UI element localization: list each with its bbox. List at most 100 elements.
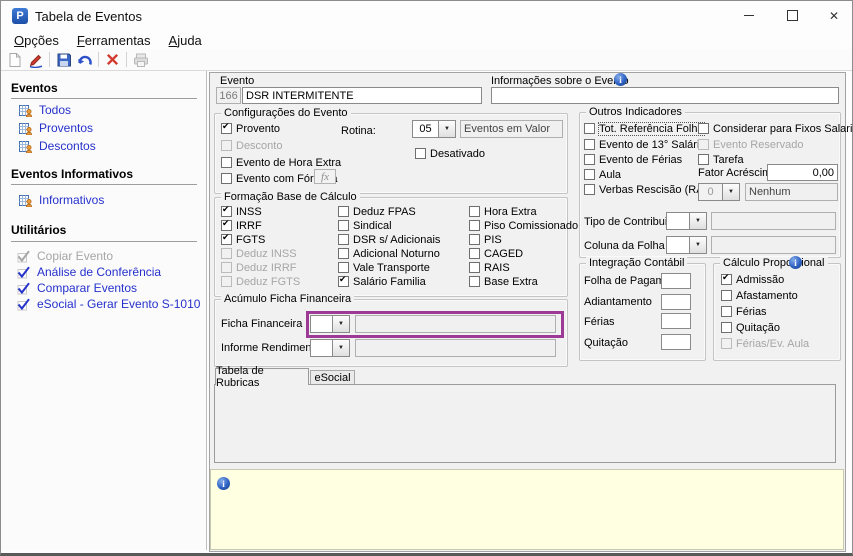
checkbox-box[interactable] xyxy=(338,276,349,287)
checkbox-considerar-fixos-salariais[interactable]: Considerar para Fixos Salariais xyxy=(698,122,853,135)
checkbox-box[interactable] xyxy=(221,123,232,134)
ferias-field[interactable] xyxy=(661,313,691,329)
sidebar-item-todos[interactable]: Todos xyxy=(19,103,71,117)
checkbox-box[interactable] xyxy=(221,140,232,151)
sidebar-item-esocial-gerar-s1010[interactable]: eSocial - Gerar Evento S-1010 xyxy=(17,297,200,311)
checkbox-pis[interactable]: PIS xyxy=(469,233,502,246)
checkbox-deduz-irrf[interactable]: Deduz IRRF xyxy=(221,261,297,274)
checkbox-box[interactable] xyxy=(721,274,732,285)
checkbox-hora-extra[interactable]: Hora Extra xyxy=(469,205,537,218)
checkbox-box[interactable] xyxy=(584,169,595,180)
checkbox-box[interactable] xyxy=(338,262,349,273)
close-button[interactable] xyxy=(817,1,851,30)
checkbox-ferias-proporcional[interactable]: Férias xyxy=(721,305,767,318)
informacoes-evento-field[interactable] xyxy=(491,87,839,104)
adiantamento-field[interactable] xyxy=(661,294,691,310)
checkbox-box[interactable] xyxy=(721,290,732,301)
checkbox-box[interactable] xyxy=(721,322,732,333)
checkbox-aula[interactable]: Aula xyxy=(584,168,621,181)
info-icon[interactable] xyxy=(789,256,802,269)
checkbox-box[interactable] xyxy=(469,276,480,287)
checkbox-desativado[interactable]: Desativado xyxy=(415,147,485,160)
checkbox-box[interactable] xyxy=(221,234,232,245)
checkbox-quitacao-proporcional[interactable]: Quitação xyxy=(721,321,780,334)
formula-fx-button[interactable]: fx xyxy=(314,169,336,184)
sidebar-item-proventos[interactable]: Proventos xyxy=(19,121,93,135)
checkbox-box[interactable] xyxy=(698,139,709,150)
checkbox-evento-reservado[interactable]: Evento Reservado xyxy=(698,138,804,151)
chevron-down-icon[interactable] xyxy=(439,120,456,138)
checkbox-dsr-adicionais[interactable]: DSR s/ Adicionais xyxy=(338,233,440,246)
chevron-down-icon[interactable] xyxy=(690,212,707,230)
checkbox-afastamento[interactable]: Afastamento xyxy=(721,289,798,302)
quitacao-field[interactable] xyxy=(661,334,691,350)
minimize-button[interactable] xyxy=(732,1,766,30)
checkbox-deduz-fgts[interactable]: Deduz FGTS xyxy=(221,275,300,288)
maximize-button[interactable] xyxy=(775,1,809,30)
checkbox-box[interactable] xyxy=(584,154,595,165)
checkbox-box[interactable] xyxy=(415,148,426,159)
checkbox-rais[interactable]: RAIS xyxy=(469,261,510,274)
checkbox-box[interactable] xyxy=(469,234,480,245)
checkbox-evento-hora-extra[interactable]: Evento de Hora Extra xyxy=(221,156,341,169)
checkbox-fgts[interactable]: FGTS xyxy=(221,233,265,246)
checkbox-box[interactable] xyxy=(584,123,595,134)
checkbox-inss[interactable]: INSS xyxy=(221,205,262,218)
rotina-dropdown[interactable]: 05 xyxy=(412,120,456,138)
checkbox-sindical[interactable]: Sindical xyxy=(338,219,392,232)
tab-esocial[interactable]: eSocial xyxy=(310,370,355,385)
checkbox-box[interactable] xyxy=(338,234,349,245)
sidebar-item-comparar-eventos[interactable]: Comparar Eventos xyxy=(17,281,137,295)
chevron-down-icon[interactable] xyxy=(333,339,350,357)
folha-pagamento-field[interactable] xyxy=(661,273,691,289)
verbas-rescisao-dropdown[interactable]: 0 xyxy=(698,183,740,201)
checkbox-deduz-inss[interactable]: Deduz INSS xyxy=(221,247,297,260)
checkbox-adicional-noturno[interactable]: Adicional Noturno xyxy=(338,247,440,260)
sidebar-item-descontos[interactable]: Descontos xyxy=(19,139,96,153)
checkbox-box[interactable] xyxy=(221,276,232,287)
checkbox-evento-ferias[interactable]: Evento de Férias xyxy=(584,153,682,166)
sidebar-item-analise-conferencia[interactable]: Análise de Conferência xyxy=(17,265,161,279)
checkbox-evento-13-salario[interactable]: Evento de 13° Salário xyxy=(584,138,706,151)
print-button[interactable] xyxy=(130,50,151,69)
checkbox-box[interactable] xyxy=(469,248,480,259)
checkbox-box[interactable] xyxy=(469,220,480,231)
checkbox-salario-familia[interactable]: Salário Familia xyxy=(338,275,426,288)
delete-button[interactable] xyxy=(102,50,123,69)
chevron-down-icon[interactable] xyxy=(723,183,740,201)
checkbox-vale-transporte[interactable]: Vale Transporte xyxy=(338,261,430,274)
informe-rendimentos-dropdown[interactable] xyxy=(310,339,350,357)
checkbox-ferias-ev-aula[interactable]: Férias/Ev. Aula xyxy=(721,337,809,350)
checkbox-base-extra[interactable]: Base Extra xyxy=(469,275,538,288)
checkbox-box[interactable] xyxy=(584,139,595,150)
verbas-rescisao-value[interactable]: 0 xyxy=(698,183,723,201)
checkbox-box[interactable] xyxy=(721,338,732,349)
checkbox-caged[interactable]: CAGED xyxy=(469,247,523,260)
checkbox-box[interactable] xyxy=(698,154,709,165)
checkbox-box[interactable] xyxy=(469,206,480,217)
info-icon[interactable] xyxy=(614,73,627,86)
sidebar-item-informativos[interactable]: Informativos xyxy=(19,193,104,207)
tipo-contribuicao-value[interactable] xyxy=(666,212,690,230)
checkbox-box[interactable] xyxy=(221,206,232,217)
checkbox-box[interactable] xyxy=(221,262,232,273)
rotina-value[interactable]: 05 xyxy=(412,120,439,138)
checkbox-box[interactable] xyxy=(721,306,732,317)
menu-ferramentas[interactable]: Ferramentas xyxy=(68,32,160,49)
edit-button[interactable] xyxy=(25,50,46,69)
checkbox-tot-referencia-folha[interactable]: Tot. Referência Folha xyxy=(584,122,704,135)
checkbox-irrf[interactable]: IRRF xyxy=(221,219,262,232)
checkbox-box[interactable] xyxy=(221,248,232,259)
tab-tabela-de-rubricas[interactable]: Tabela de Rubricas xyxy=(215,368,309,385)
checkbox-box[interactable] xyxy=(584,184,595,195)
informe-rendimentos-value[interactable] xyxy=(310,339,333,357)
checkbox-box[interactable] xyxy=(221,220,232,231)
checkbox-box[interactable] xyxy=(338,220,349,231)
undo-button[interactable] xyxy=(74,50,95,69)
coluna-folha-dropdown[interactable] xyxy=(666,236,707,254)
checkbox-deduz-fpas[interactable]: Deduz FPAS xyxy=(338,205,416,218)
sidebar-item-copiar-evento[interactable]: Copiar Evento xyxy=(17,249,113,263)
new-document-button[interactable] xyxy=(4,50,25,69)
checkbox-piso-comissionado[interactable]: Piso Comissionado xyxy=(469,219,578,232)
fator-acrescimo-field[interactable]: 0,00 xyxy=(767,164,838,181)
